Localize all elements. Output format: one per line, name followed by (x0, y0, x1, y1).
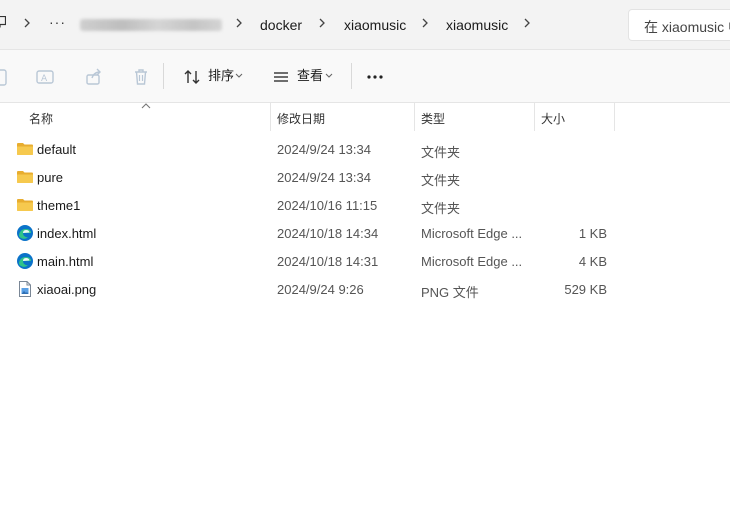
file-size: 1 KB (578, 226, 607, 241)
view-list-icon (274, 72, 288, 82)
file-type: 文件夹 (421, 173, 461, 188)
file-row[interactable]: xiaoai.png 2024/9/24 9:26 PNG 文件 529 KB (0, 275, 730, 303)
sort-ascending-icon (141, 103, 151, 109)
file-date: 2024/9/24 9:26 (277, 282, 364, 297)
file-name: index.html (37, 226, 97, 241)
chevron-right-icon[interactable] (420, 16, 430, 30)
column-divider[interactable] (414, 103, 415, 131)
file-type: 文件夹 (421, 145, 461, 160)
file-name: pure (37, 170, 64, 185)
search-placeholder: 在 xiaomusic 中 (644, 19, 730, 35)
file-date: 2024/10/18 14:31 (277, 254, 379, 269)
folder-icon (17, 199, 33, 211)
toolbar-divider (163, 63, 164, 89)
command-bar: A 排序 查看 (0, 50, 730, 103)
chevron-down-icon (325, 73, 333, 78)
folder-icon (17, 171, 33, 183)
rename-icon[interactable]: A (35, 67, 55, 87)
svg-text:A: A (41, 74, 48, 84)
share-icon[interactable] (84, 67, 104, 87)
toolbar-divider (351, 63, 352, 89)
column-header-date[interactable]: 修改日期 (277, 110, 325, 127)
delete-icon[interactable] (131, 67, 151, 87)
file-size: 529 KB (564, 282, 607, 297)
file-row[interactable]: main.html 2024/10/18 14:31 Microsoft Edg… (0, 247, 730, 275)
file-type: 文件夹 (421, 201, 461, 216)
file-type: PNG 文件 (421, 285, 479, 300)
file-type: Microsoft Edge ... (421, 254, 523, 269)
file-name: default (37, 142, 77, 157)
file-row[interactable]: pure 2024/9/24 13:34 文件夹 (0, 163, 730, 191)
column-header-size[interactable]: 大小 (541, 110, 565, 127)
more-options-icon[interactable] (365, 67, 385, 87)
column-divider[interactable] (270, 103, 271, 131)
edge-icon (17, 253, 33, 269)
chevron-right-icon[interactable] (317, 16, 327, 30)
breadcrumb-xiaomusic[interactable]: xiaomusic (344, 16, 406, 34)
file-date: 2024/10/16 11:15 (277, 198, 378, 213)
column-header-row: 名称 修改日期 类型 大小 (0, 103, 730, 131)
file-row[interactable]: theme1 2024/10/16 11:15 文件夹 (0, 191, 730, 219)
sort-icon (184, 70, 200, 84)
folder-icon (17, 143, 33, 155)
column-header-type[interactable]: 类型 (421, 110, 445, 127)
view-label: 查看 (297, 68, 324, 83)
chevron-down-icon (235, 73, 243, 78)
chevron-right-icon[interactable] (22, 16, 32, 30)
file-row[interactable]: default 2024/9/24 13:34 文件夹 (0, 135, 730, 163)
sort-label: 排序 (208, 68, 235, 83)
search-input[interactable]: 在 xiaomusic 中 (628, 9, 730, 41)
file-row[interactable]: index.html 2024/10/18 14:34 Microsoft Ed… (0, 219, 730, 247)
file-date: 2024/10/18 14:34 (277, 226, 379, 241)
chevron-right-icon[interactable] (522, 16, 532, 30)
file-type: Microsoft Edge ... (421, 226, 523, 241)
file-size: 4 KB (578, 254, 607, 269)
file-date: 2024/9/24 13:34 (277, 142, 371, 157)
column-header-name[interactable]: 名称 (29, 110, 53, 127)
chevron-right-icon[interactable] (234, 16, 244, 30)
image-file-icon (19, 281, 31, 297)
this-pc-icon[interactable] (0, 16, 6, 28)
edge-icon (17, 225, 33, 241)
file-date: 2024/9/24 13:34 (277, 170, 371, 185)
breadcrumb-overflow[interactable]: ··· (49, 14, 66, 30)
breadcrumb-docker[interactable]: docker (260, 16, 302, 34)
breadcrumb-xiaomusic-current[interactable]: xiaomusic (446, 16, 508, 34)
file-name: theme1 (37, 198, 81, 213)
file-name: main.html (37, 254, 94, 269)
file-name: xiaoai.png (37, 282, 97, 297)
paste-icon[interactable] (0, 67, 10, 87)
address-bar[interactable]: ··· docker xiaomusic xiaomusic 在 xiaomus… (0, 0, 730, 50)
column-divider[interactable] (534, 103, 535, 131)
column-divider[interactable] (614, 103, 615, 131)
breadcrumb-redacted-segment[interactable] (80, 19, 222, 31)
